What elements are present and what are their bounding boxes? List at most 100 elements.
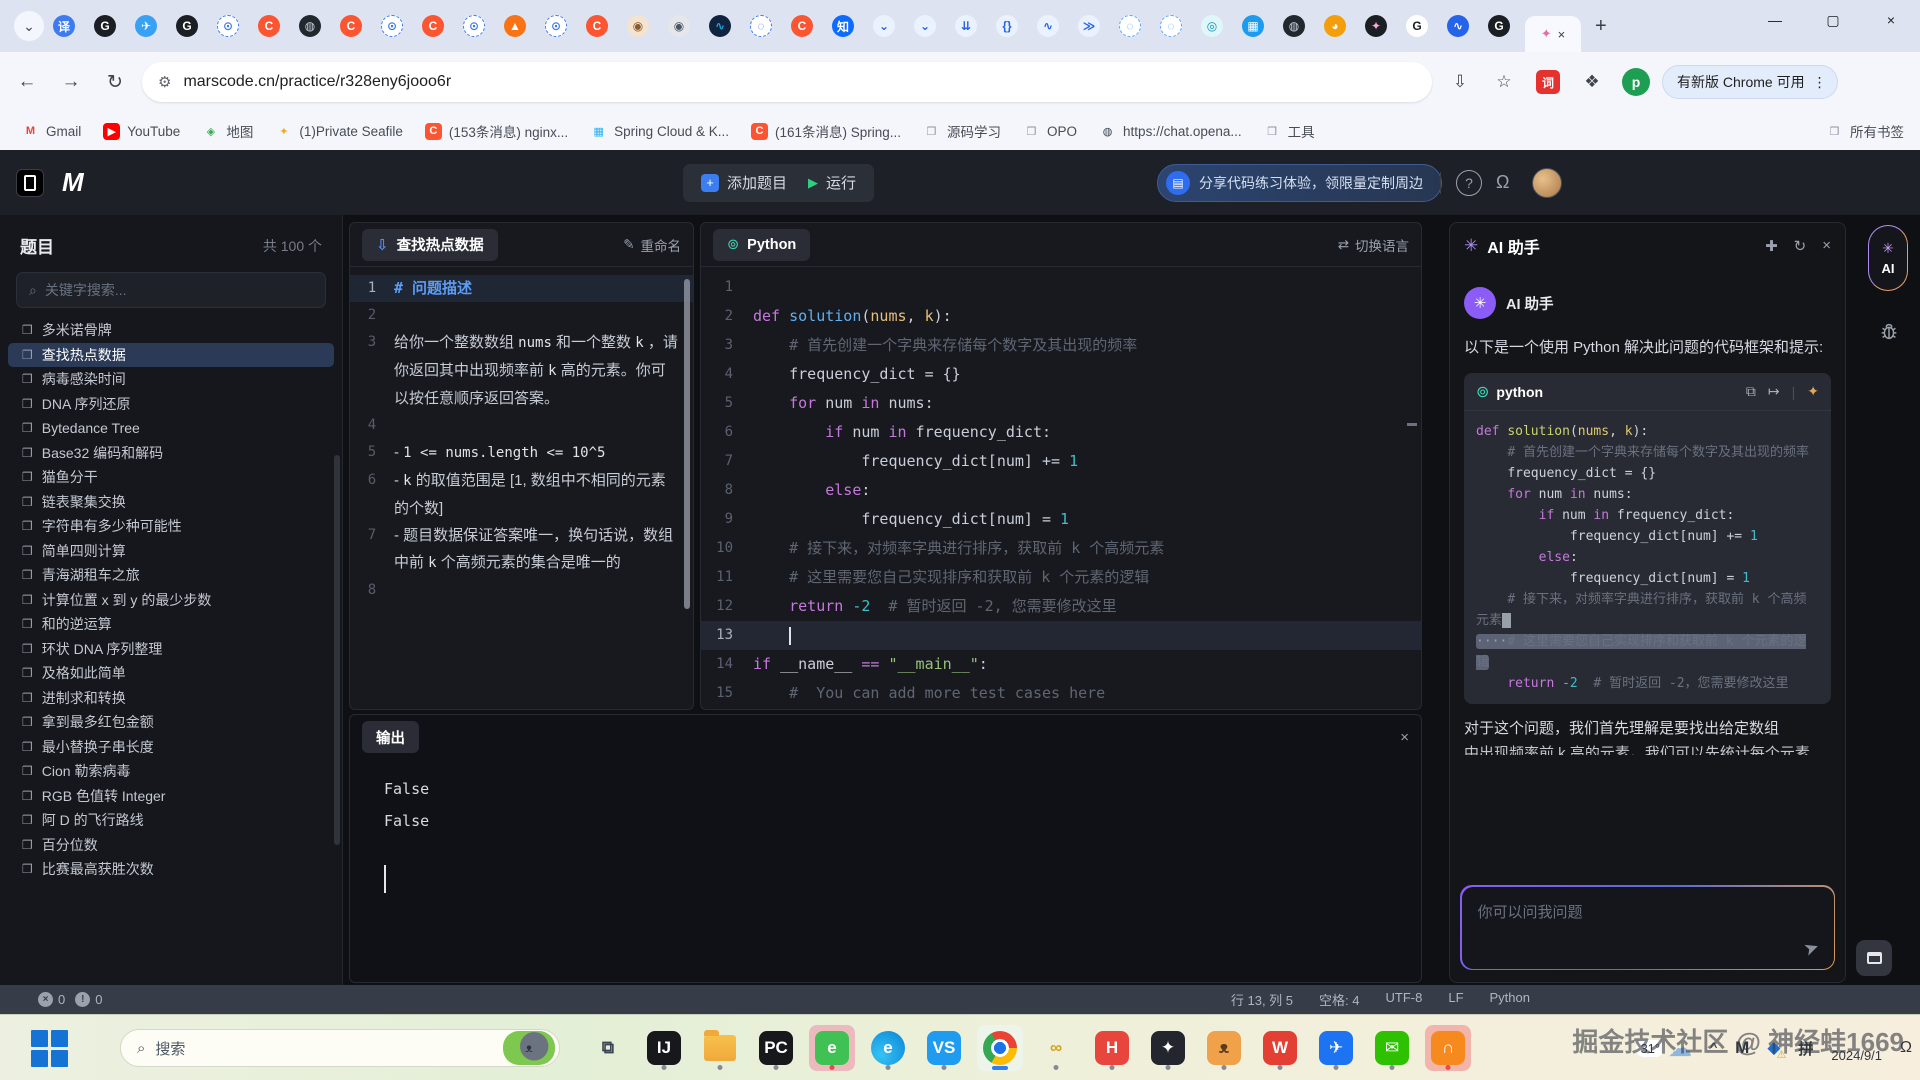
pinned-tab[interactable]: ◌	[1118, 14, 1142, 38]
pinned-tab[interactable]: ⇊	[954, 14, 978, 38]
taskbar-app-pycharm[interactable]: PC	[753, 1025, 799, 1071]
pinned-tab[interactable]: 知	[831, 14, 855, 38]
sidebar-item-problem[interactable]: ❒环状 DNA 序列整理	[8, 637, 334, 662]
bookmark-item[interactable]: ▶YouTube	[103, 123, 180, 140]
start-button[interactable]	[30, 1029, 68, 1067]
sidebar-item-problem[interactable]: ❒Cion 勒索病毒	[8, 759, 334, 784]
send-icon[interactable]: ➤	[1801, 936, 1822, 961]
collapse-panel-button[interactable]	[1856, 940, 1892, 976]
bulb-icon[interactable]: ✦	[1807, 383, 1819, 400]
forward-icon[interactable]: →	[54, 65, 88, 99]
pinned-tab[interactable]: {}	[995, 14, 1019, 38]
sidebar-item-problem[interactable]: ❒最小替换子串长度	[8, 735, 334, 760]
new-tab-button[interactable]: +	[1595, 15, 1607, 38]
taskbar-app-dog-app[interactable]: ᴥ	[1201, 1025, 1247, 1071]
pinned-tab[interactable]: ◉	[626, 14, 650, 38]
tray-m-icon[interactable]: M	[1735, 1038, 1749, 1058]
pinned-tab[interactable]: C	[339, 14, 363, 38]
pinned-tab[interactable]: ▦	[1241, 14, 1265, 38]
extensions-puzzle-icon[interactable]: ❖	[1576, 66, 1608, 98]
pinned-tab[interactable]: C	[421, 14, 445, 38]
pinned-tab[interactable]: ◍	[298, 14, 322, 38]
taskbar-search[interactable]: ⌕ 搜索 ᴥ	[120, 1029, 560, 1067]
bookmark-item[interactable]: C(153条消息) nginx...	[425, 121, 568, 141]
pinned-tab[interactable]: ⌄	[872, 14, 896, 38]
output-tab[interactable]: 输出	[362, 721, 419, 753]
sidebar-item-problem[interactable]: ❒计算位置 x 到 y 的最少步数	[8, 588, 334, 613]
sidebar-item-problem[interactable]: ❒多米诺骨牌	[8, 318, 334, 343]
address-bar[interactable]: ⚙ marscode.cn/practice/r328eny6jooo6r	[142, 62, 1432, 102]
cursor-position[interactable]: 行 13, 列 5	[1231, 990, 1293, 1009]
ai-question-input[interactable]: 你可以问我问题 ➤	[1462, 887, 1834, 969]
switch-language-button[interactable]: ⇄ 切换语言	[1338, 235, 1409, 255]
bookmark-item[interactable]: C(161条消息) Spring...	[751, 121, 901, 141]
maximize-button[interactable]: ▢	[1804, 0, 1862, 40]
taskbar-app-blue-bird-app[interactable]: ✈	[1313, 1025, 1359, 1071]
warning-count[interactable]: ! 0	[75, 992, 102, 1007]
pinned-tab[interactable]: ⊙	[216, 14, 240, 38]
pinned-tab[interactable]: ⊙	[462, 14, 486, 38]
marscode-logo[interactable]: M	[62, 167, 82, 198]
pinned-tab[interactable]: ◌	[1159, 14, 1183, 38]
run-button[interactable]: ▶ 运行	[790, 164, 874, 202]
pinned-tab[interactable]: ⊙	[544, 14, 568, 38]
taskbar-app-huawei-store[interactable]: H	[1089, 1025, 1135, 1071]
pinned-tab[interactable]: G	[93, 14, 117, 38]
copy-code-icon[interactable]: ⧉	[1746, 383, 1756, 400]
bookmark-item[interactable]: ▦Spring Cloud & K...	[590, 123, 729, 140]
app-logo-icon[interactable]	[16, 169, 44, 197]
ai-rail-button[interactable]: ✳ AI	[1868, 225, 1908, 291]
help-icon[interactable]: ?	[1456, 170, 1482, 196]
close-ai-panel-icon[interactable]: ×	[1822, 237, 1831, 255]
search-highlight-image[interactable]: ᴥ	[503, 1031, 555, 1065]
error-count[interactable]: × 0	[38, 992, 65, 1007]
pinned-tab[interactable]: ▲	[503, 14, 527, 38]
back-icon[interactable]: ←	[10, 65, 44, 99]
pinned-tab[interactable]: ◎	[1200, 14, 1224, 38]
taskbar-app-wps[interactable]: W	[1257, 1025, 1303, 1071]
pinned-tab[interactable]: ⌄	[913, 14, 937, 38]
history-icon[interactable]: ↻	[1794, 237, 1807, 255]
chrome-update-chip[interactable]: 有新版 Chrome 可用 ⋮	[1662, 65, 1838, 99]
taskbar-app-task-view[interactable]: ⧉	[585, 1025, 631, 1071]
sidebar-item-problem[interactable]: ❒字符串有多少种可能性	[8, 514, 334, 539]
security-shield-icon[interactable]: ◆⚠	[1767, 1038, 1780, 1058]
sidebar-item-problem[interactable]: ❒DNA 序列还原	[8, 392, 334, 417]
pinned-tab[interactable]: ◍	[1282, 14, 1306, 38]
close-output-icon[interactable]: ×	[1400, 729, 1409, 746]
rename-button[interactable]: ✎ 重命名	[623, 235, 681, 255]
sidebar-item-problem[interactable]: ❒链表聚集交换	[8, 490, 334, 515]
active-tab[interactable]: ✦ ×	[1525, 16, 1581, 52]
language-tab[interactable]: ⊚ Python	[713, 229, 810, 261]
ai-code-content[interactable]: def solution(nums, k): # 首先创建一个字典来存储每个数字…	[1464, 411, 1831, 704]
taskbar-app-wechat[interactable]: ✉	[1369, 1025, 1415, 1071]
sidebar-item-problem[interactable]: ❒Base32 编码和解码	[8, 441, 334, 466]
notification-bell-icon[interactable]: Ω	[1900, 1039, 1912, 1057]
sidebar-item-problem[interactable]: ❒阿 D 的飞行路线	[8, 808, 334, 833]
share-banner[interactable]: ▤ 分享代码练习体验，领限量定制周边	[1157, 164, 1442, 202]
pinned-tab[interactable]: G	[1405, 14, 1429, 38]
bookmark-item[interactable]: ◍https://chat.opena...	[1099, 123, 1242, 140]
bookmark-item[interactable]: MGmail	[22, 123, 81, 140]
taskbar-app-gold-knot-app[interactable]: ∞	[1033, 1025, 1079, 1071]
pinned-tab[interactable]: ◉	[667, 14, 691, 38]
user-avatar[interactable]	[1532, 168, 1562, 198]
problem-tab[interactable]: ⇩ 查找热点数据	[362, 229, 498, 261]
problem-scrollbar[interactable]	[684, 279, 690, 609]
install-icon[interactable]: ⇩	[1444, 66, 1476, 98]
debug-bug-icon[interactable]	[1878, 320, 1900, 347]
pinned-tab[interactable]: C	[257, 14, 281, 38]
sidebar-scrollbar[interactable]	[334, 455, 340, 845]
taskbar-app-dark-app[interactable]: ✦	[1145, 1025, 1191, 1071]
all-bookmarks-button[interactable]: ❒ 所有书签	[1826, 112, 1904, 150]
sidebar-item-problem[interactable]: ❒RGB 色值转 Integer	[8, 784, 334, 809]
new-chat-icon[interactable]: ✚	[1765, 237, 1778, 255]
taskbar-app-openvpn[interactable]: ∩	[1425, 1025, 1471, 1071]
editor-scroll-marker[interactable]	[1407, 423, 1417, 426]
site-settings-icon[interactable]: ⚙	[158, 73, 171, 91]
ime-indicator[interactable]: 拼	[1798, 1038, 1813, 1059]
search-input[interactable]: ⌕ 关键字搜索...	[16, 272, 326, 308]
pinned-tab[interactable]: ≫	[1077, 14, 1101, 38]
sidebar-item-problem[interactable]: ❒查找热点数据	[8, 343, 334, 368]
tab-search-chevron-icon[interactable]: ⌄	[14, 11, 44, 41]
